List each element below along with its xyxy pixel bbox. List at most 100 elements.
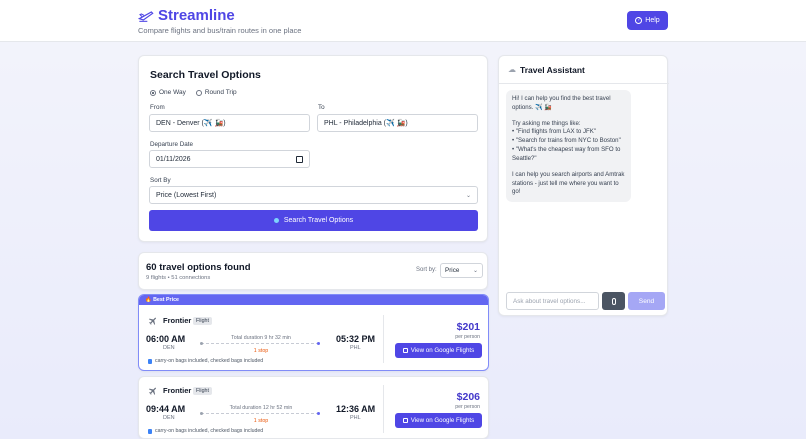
external-link-icon <box>402 418 408 423</box>
origin-dot <box>200 412 203 415</box>
search-button-label: Search Travel Options <box>283 217 354 224</box>
from-value: DEN - Denver (✈️ 🚂) <box>156 120 226 127</box>
price: $201 <box>456 321 480 333</box>
view-google-flights-button[interactable]: View on Google Flights <box>395 343 482 358</box>
baggage-text: carry-on bags included, checked bags inc… <box>155 358 264 364</box>
assistant-header: ☁ Travel Assistant <box>499 56 669 84</box>
view-google-flights-label: View on Google Flights <box>410 347 475 354</box>
from-label: From <box>150 104 165 111</box>
departure-date-input[interactable]: 01/11/2026 <box>149 150 310 168</box>
radio-unchecked-icon <box>195 89 202 96</box>
luggage-icon <box>148 428 152 434</box>
round-trip-label: Round Trip <box>204 89 237 96</box>
assistant-panel: ☁ Travel Assistant Hi! I can help you fi… <box>498 55 669 316</box>
calendar-icon[interactable] <box>296 155 303 163</box>
help-label: Help <box>645 17 660 24</box>
arrival-code: PHL <box>350 415 361 421</box>
departure-value: 01/11/2026 <box>156 155 191 163</box>
search-card: Search Travel Options One Way Round Trip… <box>138 55 488 242</box>
baggage-text: carry-on bags included, checked bags inc… <box>155 428 264 434</box>
type-badge: Flight <box>193 317 212 325</box>
per-person: per person <box>455 404 480 410</box>
to-input[interactable]: PHL - Philadelphia (✈️ 🚂) <box>317 114 478 132</box>
help-button[interactable]: ? Help <box>627 11 668 30</box>
chat-input[interactable]: Ask about travel options... <box>506 292 599 310</box>
route-line <box>200 342 320 345</box>
departure-time: 09:44 AM <box>146 404 186 414</box>
destination-dot <box>317 342 320 345</box>
arrival-code: PHL <box>350 345 361 351</box>
tagline: Compare flights and bus/train routes in … <box>138 26 302 35</box>
example-1: • "Find flights from LAX to JFK" <box>512 128 597 136</box>
departure-code: DEN <box>163 415 175 421</box>
chevron-down-icon: ⌄ <box>472 268 478 274</box>
message-intro: Hi! I can help you find the best travel … <box>512 95 611 111</box>
duration: Total duration 12 hr 52 min <box>229 405 293 411</box>
results-count: 60 travel options found <box>146 262 251 273</box>
message-outro: I can help you search airports and Amtra… <box>512 170 625 196</box>
example-2: • "Search for trains from NYC to Boston" <box>512 137 621 145</box>
microphone-icon <box>611 297 616 305</box>
plane-icon <box>148 387 156 395</box>
airline-name: Frontier <box>163 386 192 395</box>
divider <box>383 385 384 433</box>
view-google-flights-label: View on Google Flights <box>410 417 475 424</box>
search-title: Search Travel Options <box>150 69 261 81</box>
message-try: Try asking me things like: <box>512 119 581 127</box>
results-summary: 60 travel options found 9 flights • 51 c… <box>138 252 488 290</box>
radio-checked-icon <box>150 89 156 96</box>
sortby-select[interactable]: Price (Lowest First) ⌄ <box>149 186 478 204</box>
luggage-icon <box>148 358 152 364</box>
trip-type-group: One Way Round Trip <box>150 89 237 96</box>
flight-details: Frontier Flight 09:44 AM DEN Total durat… <box>139 377 488 439</box>
destination-dot <box>317 412 320 415</box>
round-trip-radio[interactable]: Round Trip <box>195 89 237 96</box>
assistant-title: Travel Assistant <box>520 64 585 75</box>
view-google-flights-button[interactable]: View on Google Flights <box>395 413 482 428</box>
assistant-message: Hi! I can help you find the best travel … <box>506 90 631 202</box>
sortby-label: Sort By <box>150 177 171 184</box>
flight-details: Frontier Flight 06:00 AM DEN Total durat… <box>139 305 488 370</box>
search-button[interactable]: Search Travel Options <box>149 210 478 231</box>
one-way-radio[interactable]: One Way <box>150 89 186 96</box>
external-link-icon <box>402 348 408 353</box>
departure-label: Departure Date <box>150 141 194 148</box>
brand: Streamline <box>138 7 235 24</box>
departure-time: 06:00 AM <box>146 334 186 344</box>
arrival-time: 05:32 PM <box>336 334 376 344</box>
plane-logo-icon <box>138 10 154 22</box>
route-line <box>200 412 320 415</box>
stops: 1 stop <box>253 348 269 354</box>
origin-dot <box>200 342 203 345</box>
results-breakdown: 9 flights • 51 connections <box>146 275 211 281</box>
departure-code: DEN <box>163 345 175 351</box>
baggage-info: carry-on bags included, checked bags inc… <box>148 358 263 364</box>
airline-name: Frontier <box>163 316 192 325</box>
microphone-button[interactable] <box>602 292 625 310</box>
type-badge: Flight <box>193 387 212 395</box>
send-button[interactable]: Send <box>628 292 665 310</box>
per-person: per person <box>455 334 480 340</box>
plane-icon <box>148 317 156 325</box>
results-sort-select[interactable]: Price ⌄ <box>440 263 483 278</box>
results-sort-value: Price <box>445 267 460 274</box>
search-dot-icon <box>273 218 279 223</box>
example-3: • "What's the cheapest way from SFO to S… <box>512 146 621 162</box>
to-value: PHL - Philadelphia (✈️ 🚂) <box>324 120 408 127</box>
app-header: Streamline Compare flights and bus/train… <box>0 0 806 42</box>
results-sort-label: Sort by: <box>416 267 437 273</box>
brand-name: Streamline <box>158 7 235 24</box>
flight-card: Frontier Flight 09:44 AM DEN Total durat… <box>138 376 489 439</box>
chevron-down-icon: ⌄ <box>465 192 471 199</box>
best-price-badge: 🔥 Best Price <box>139 295 488 305</box>
from-input[interactable]: DEN - Denver (✈️ 🚂) <box>149 114 310 132</box>
arrival-time: 12:36 AM <box>336 404 376 414</box>
stops: 1 stop <box>253 418 269 424</box>
one-way-label: One Way <box>159 89 186 96</box>
baggage-info: carry-on bags included, checked bags inc… <box>148 428 263 434</box>
cloud-icon: ☁ <box>508 65 516 74</box>
sortby-value: Price (Lowest First) <box>156 191 217 199</box>
help-icon: ? <box>635 17 643 24</box>
duration: Total duration 9 hr 32 min <box>231 335 291 341</box>
to-label: To <box>318 104 325 111</box>
